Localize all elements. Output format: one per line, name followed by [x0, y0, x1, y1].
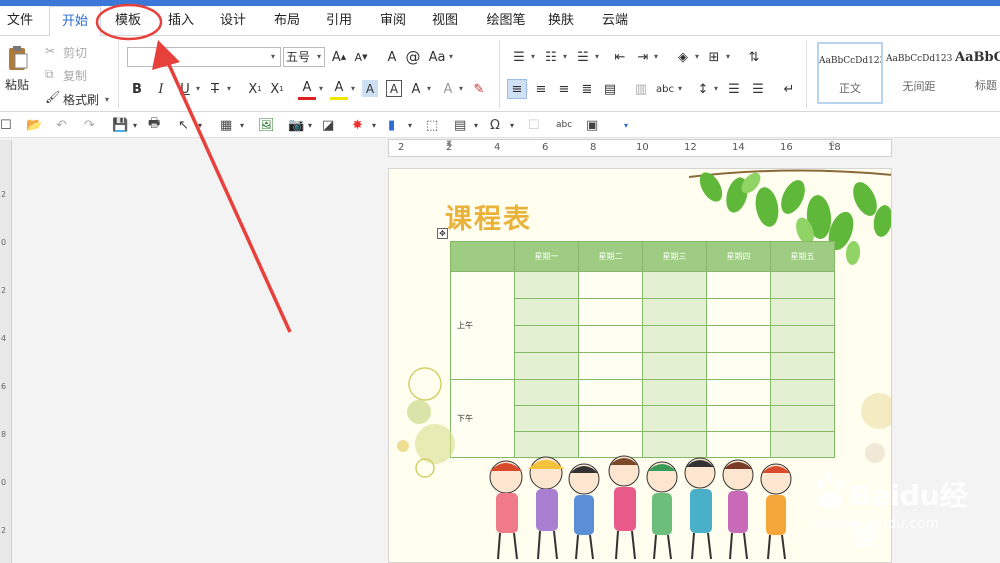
- annotation-overlay: [95, 3, 292, 333]
- annotation-arrow-head-icon: [152, 40, 180, 70]
- annotation-circle: [95, 3, 163, 41]
- annotation-arrow-shaft: [164, 57, 292, 333]
